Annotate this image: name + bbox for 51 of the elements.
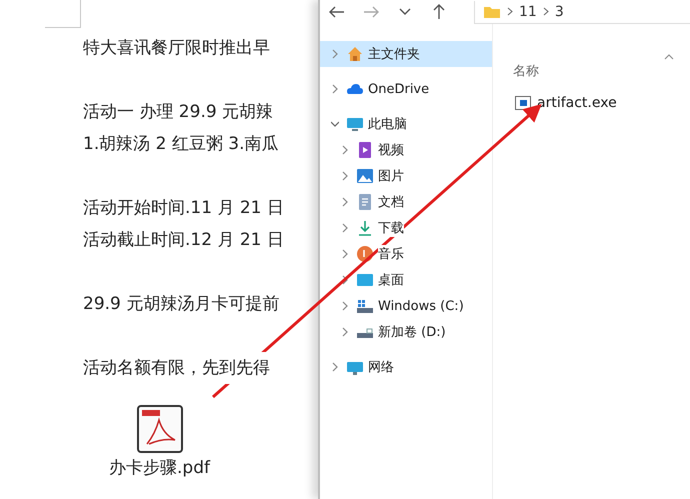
nav-item[interactable]: 此电脑 <box>320 111 492 137</box>
music-icon <box>356 245 374 263</box>
nav-item[interactable]: 视频 <box>320 137 492 163</box>
breadcrumb-item[interactable]: 3 <box>554 4 564 20</box>
document-text: 活动名额有限，先到先得 <box>83 352 270 384</box>
file-name: 办卡步骤.pdf <box>109 457 210 479</box>
drive-icon <box>356 297 374 315</box>
nav-item[interactable]: Windows (C:) <box>320 293 492 319</box>
application-icon <box>515 96 531 110</box>
monitor-icon <box>346 115 364 133</box>
nav-item[interactable]: 桌面 <box>320 267 492 293</box>
left-arrow-icon <box>329 6 345 18</box>
chevron-icon[interactable] <box>331 84 339 94</box>
folder-icon <box>483 4 501 18</box>
nav-item[interactable]: OneDrive <box>320 76 492 102</box>
chevron-icon[interactable] <box>331 49 339 59</box>
picture-icon <box>356 167 374 185</box>
sort-caret-icon[interactable] <box>664 54 674 60</box>
chevron-icon[interactable] <box>341 145 349 155</box>
chevron-icon[interactable] <box>341 301 349 311</box>
chevron-icon[interactable] <box>341 197 349 207</box>
address-bar[interactable]: 11 3 <box>474 0 690 24</box>
chevron-down-icon <box>399 8 411 16</box>
up-arrow-icon <box>433 4 445 20</box>
pdf-file-icon[interactable] <box>134 404 184 454</box>
home-icon <box>346 45 364 63</box>
nav-item[interactable]: 图片 <box>320 163 492 189</box>
breadcrumb-item[interactable]: 11 <box>519 4 537 20</box>
chevron-icon[interactable] <box>341 171 349 181</box>
chevron-icon[interactable] <box>341 327 349 337</box>
desktop-icon <box>356 271 374 289</box>
chevron-icon[interactable] <box>341 249 349 259</box>
file-item[interactable]: artifact.exe <box>513 94 619 112</box>
nav-item[interactable]: 新加卷 (D:) <box>320 319 492 345</box>
chevron-icon <box>507 6 513 16</box>
column-header[interactable]: 名称 <box>513 62 690 80</box>
chevron-icon[interactable] <box>331 119 339 129</box>
nav-item[interactable]: 下载 <box>320 215 492 241</box>
nav-item[interactable]: 音乐 <box>320 241 492 267</box>
nav-item[interactable]: 网络 <box>320 354 492 380</box>
margin-corner-mark <box>45 0 81 28</box>
nav-item[interactable]: 文档 <box>320 189 492 215</box>
chevron-icon[interactable] <box>331 362 339 372</box>
chevron-icon <box>542 6 549 16</box>
chevron-icon[interactable] <box>341 275 349 285</box>
chevron-icon[interactable] <box>341 223 349 233</box>
video-icon <box>356 141 374 159</box>
nav-item[interactable]: 主文件夹 <box>320 41 492 67</box>
download-icon <box>356 219 374 237</box>
right-arrow-icon <box>363 6 379 18</box>
document-icon <box>356 193 374 211</box>
